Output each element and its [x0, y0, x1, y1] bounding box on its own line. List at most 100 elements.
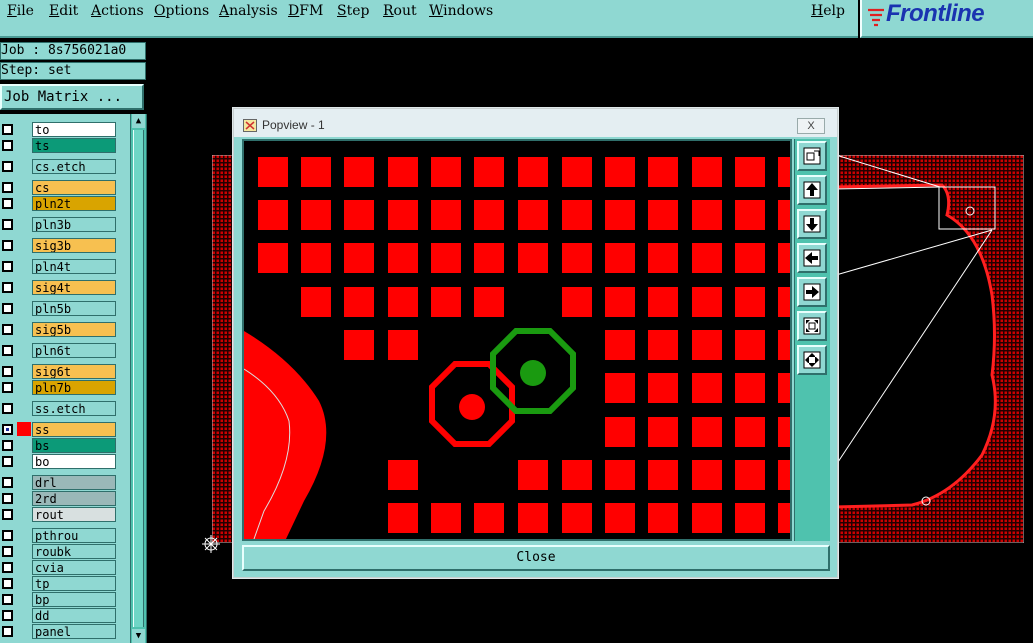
menu-options[interactable]: Options — [154, 3, 209, 19]
popview-titlebar[interactable]: Popview - 1 X — [234, 109, 837, 137]
layer-checkbox[interactable] — [2, 240, 13, 251]
layer-checkbox[interactable] — [2, 477, 13, 488]
layer-checkbox[interactable] — [2, 161, 13, 172]
menu-help[interactable]: Help — [811, 3, 845, 19]
menu-windows[interactable]: Windows — [429, 3, 493, 19]
layer-row[interactable]: cvia — [0, 559, 116, 575]
layer-checkbox[interactable] — [2, 345, 13, 356]
layer-name[interactable]: pln6t — [32, 343, 116, 358]
layer-scrollbar[interactable]: ▲ ▼ — [130, 114, 146, 643]
layer-checkbox[interactable] — [2, 562, 13, 573]
scroll-thumb[interactable] — [133, 130, 144, 627]
layer-name[interactable]: bp — [32, 592, 116, 607]
layer-checkbox[interactable] — [2, 509, 13, 520]
layer-name[interactable]: ts — [32, 138, 116, 153]
layer-checkbox[interactable] — [2, 493, 13, 504]
layer-row[interactable]: ts — [0, 137, 116, 153]
pan-up-button[interactable] — [797, 175, 827, 205]
layer-checkbox[interactable] — [2, 424, 13, 435]
pan-left-button[interactable] — [797, 243, 827, 273]
layer-name[interactable]: pln5b — [32, 301, 116, 316]
layer-row[interactable]: sig4t — [0, 279, 116, 295]
layer-name[interactable]: rout — [32, 507, 116, 522]
menu-step[interactable]: Step — [337, 3, 369, 19]
layer-checkbox[interactable] — [2, 219, 13, 230]
layer-row[interactable]: pln4t — [0, 258, 116, 274]
zoom-window-button[interactable] — [797, 141, 827, 171]
layer-checkbox[interactable] — [2, 626, 13, 637]
menu-analysis[interactable]: Analysis — [219, 3, 278, 19]
layer-row[interactable]: to — [0, 121, 116, 137]
layer-name[interactable]: pln7b — [32, 380, 116, 395]
layer-row[interactable]: pln2t — [0, 195, 116, 211]
layer-checkbox[interactable] — [2, 261, 13, 272]
layer-name[interactable]: bs — [32, 438, 116, 453]
layer-row[interactable]: tp — [0, 575, 116, 591]
layer-checkbox[interactable] — [2, 403, 13, 414]
layer-name[interactable]: cs — [32, 180, 116, 195]
layer-checkbox[interactable] — [2, 140, 13, 151]
layer-row[interactable]: sig5b — [0, 321, 116, 337]
layer-checkbox[interactable] — [2, 324, 13, 335]
layer-name[interactable]: ss.etch — [32, 401, 116, 416]
layer-row[interactable]: panel — [0, 623, 116, 639]
layer-name[interactable]: sig5b — [32, 322, 116, 337]
layer-row[interactable]: pln3b — [0, 216, 116, 232]
close-button[interactable]: Close — [242, 545, 830, 571]
layer-checkbox[interactable] — [2, 610, 13, 621]
layer-checkbox[interactable] — [2, 440, 13, 451]
layer-name[interactable]: cvia — [32, 560, 116, 575]
layer-name[interactable]: tp — [32, 576, 116, 591]
layer-name[interactable]: ss — [32, 422, 116, 437]
layer-row[interactable]: ss — [0, 421, 116, 437]
layer-name[interactable]: pln4t — [32, 259, 116, 274]
layer-row[interactable]: sig3b — [0, 237, 116, 253]
layer-name[interactable]: drl — [32, 475, 116, 490]
layer-checkbox[interactable] — [2, 546, 13, 557]
layer-row[interactable]: bo — [0, 453, 116, 469]
layer-name[interactable]: panel — [32, 624, 116, 639]
pan-right-button[interactable] — [797, 277, 827, 307]
layer-row[interactable]: cs — [0, 179, 116, 195]
popview-canvas[interactable] — [242, 139, 792, 541]
layer-row[interactable]: bs — [0, 437, 116, 453]
layer-row[interactable]: drl — [0, 474, 116, 490]
job-matrix-button[interactable]: Job Matrix ... — [0, 84, 144, 110]
layer-checkbox[interactable] — [2, 578, 13, 589]
layer-row[interactable]: roubk — [0, 543, 116, 559]
layer-name[interactable]: to — [32, 122, 116, 137]
menu-actions[interactable]: Actions — [91, 3, 144, 19]
layer-checkbox[interactable] — [2, 124, 13, 135]
layer-row[interactable]: ss.etch — [0, 400, 116, 416]
layer-name[interactable]: bo — [32, 454, 116, 469]
layer-row[interactable]: pln7b — [0, 379, 116, 395]
layer-row[interactable]: 2rd — [0, 490, 116, 506]
layer-checkbox[interactable] — [2, 198, 13, 209]
menu-rout[interactable]: Rout — [383, 3, 417, 19]
layer-row[interactable]: cs.etch — [0, 158, 116, 174]
layer-row[interactable]: pthrou — [0, 527, 116, 543]
layer-checkbox[interactable] — [2, 456, 13, 467]
layer-checkbox[interactable] — [2, 303, 13, 314]
layer-row[interactable]: bp — [0, 591, 116, 607]
layer-name[interactable]: pln2t — [32, 196, 116, 211]
layer-name[interactable]: 2rd — [32, 491, 116, 506]
layer-row[interactable]: pln5b — [0, 300, 116, 316]
layer-row[interactable]: dd — [0, 607, 116, 623]
pan-down-button[interactable] — [797, 209, 827, 239]
layer-checkbox[interactable] — [2, 382, 13, 393]
zoom-fit-button[interactable] — [797, 311, 827, 341]
layer-name[interactable]: pln3b — [32, 217, 116, 232]
layer-name[interactable]: sig4t — [32, 280, 116, 295]
layer-name[interactable]: sig3b — [32, 238, 116, 253]
layer-checkbox[interactable] — [2, 182, 13, 193]
zoom-in-out-button[interactable] — [797, 345, 827, 375]
layer-name[interactable]: pthrou — [32, 528, 116, 543]
layer-checkbox[interactable] — [2, 530, 13, 541]
scroll-up-arrow-icon[interactable]: ▲ — [132, 114, 145, 128]
layer-row[interactable]: rout — [0, 506, 116, 522]
layer-name[interactable]: cs.etch — [32, 159, 116, 174]
layer-checkbox[interactable] — [2, 594, 13, 605]
layer-row[interactable]: pln6t — [0, 342, 116, 358]
menu-dfm[interactable]: DFM — [288, 3, 323, 19]
